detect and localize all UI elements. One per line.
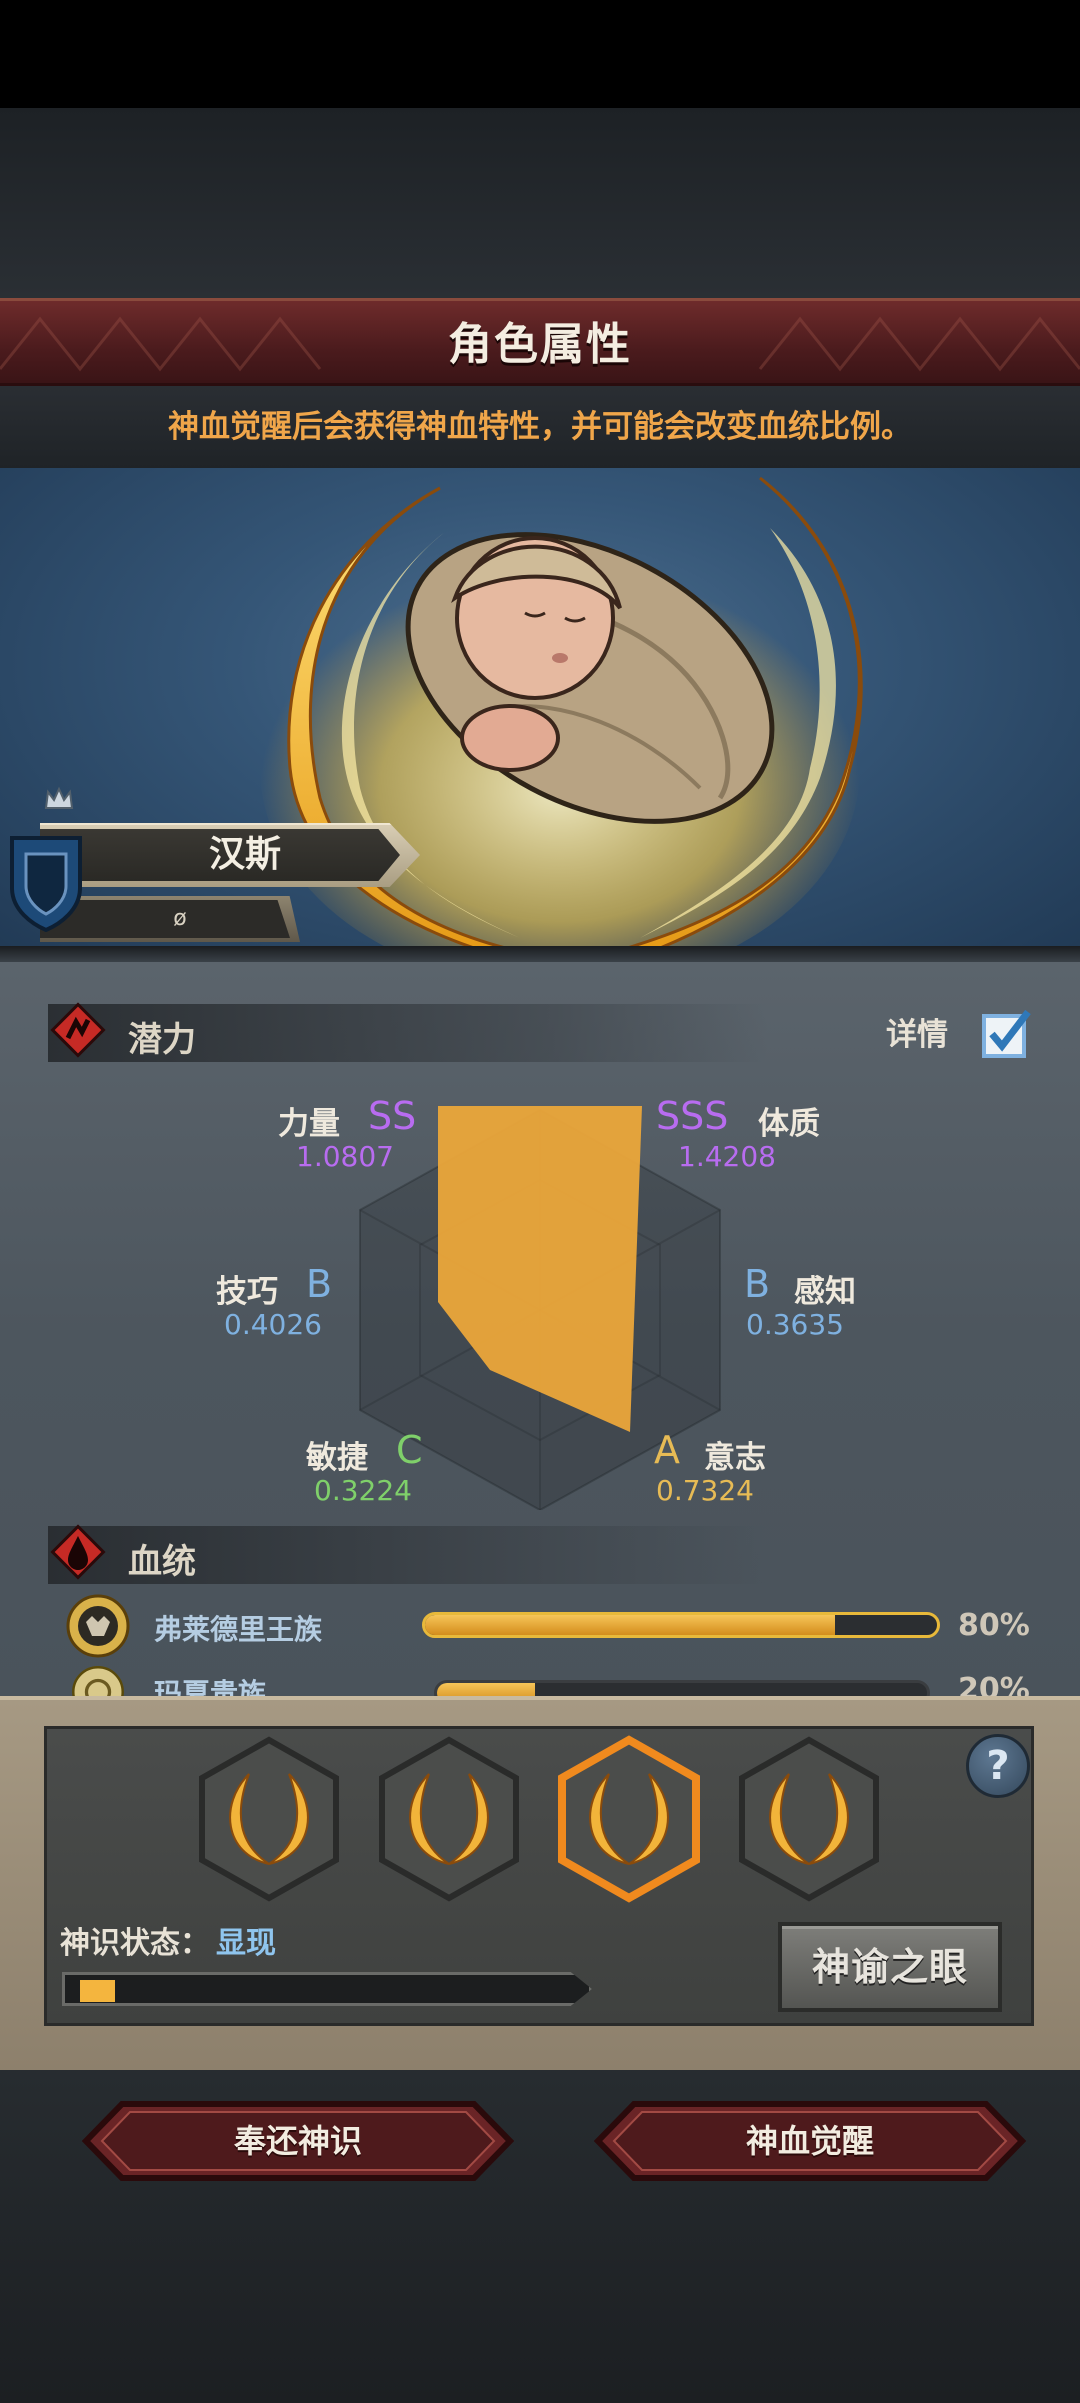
stat-value-strength: 1.0807: [296, 1140, 394, 1173]
stat-value-perception: 0.3635: [746, 1308, 844, 1341]
stat-name-perception: 感知: [794, 1274, 856, 1310]
blood-drop-icon: [50, 1524, 106, 1580]
help-button[interactable]: ?: [966, 1734, 1030, 1798]
scene-divider: [0, 946, 1080, 962]
stat-grade-strength: SS: [368, 1094, 417, 1138]
stat-value-skill: 0.4026: [224, 1308, 322, 1341]
title-bar: 角色属性: [0, 298, 1080, 386]
stat-value-agility: 0.3224: [314, 1474, 412, 1507]
stat-grade-constitution: SSS: [656, 1094, 729, 1138]
divine-slot-3-selected[interactable]: [554, 1734, 704, 1904]
bloodline-percent-royal: 80%: [958, 1608, 1030, 1643]
potential-title: 潜力: [128, 1020, 196, 1060]
royal-crest-icon: [66, 1594, 130, 1658]
sub-symbol: ø: [173, 906, 187, 931]
top-background: [0, 108, 1080, 298]
detail-checkbox[interactable]: [978, 1006, 1034, 1062]
detail-label: 详情: [886, 1017, 948, 1053]
awaken-button[interactable]: 神血觉醒: [594, 2100, 1026, 2182]
status-bar-area: [0, 0, 1080, 108]
stat-grade-perception: B: [744, 1262, 771, 1306]
stat-name-constitution: 体质: [758, 1106, 820, 1142]
stat-grade-agility: C: [396, 1428, 423, 1472]
divine-status-value: 显现: [216, 1926, 276, 1961]
return-divine-button[interactable]: 奉还神识: [82, 2100, 514, 2182]
stat-grade-skill: B: [306, 1262, 333, 1306]
stat-name-will: 意志: [704, 1440, 766, 1476]
character-name: 汉斯: [208, 834, 281, 875]
stat-value-constitution: 1.4208: [678, 1140, 776, 1173]
bloodline-title: 血统: [128, 1542, 196, 1582]
stat-name-strength: 力量: [278, 1106, 340, 1142]
crown-icon: [44, 786, 74, 809]
divine-status-label: 神识状态：: [60, 1926, 210, 1961]
shield-icon[interactable]: [6, 832, 86, 932]
bloodline-bar-royal: [422, 1612, 940, 1638]
potential-icon: [50, 1002, 106, 1058]
divine-slot-1[interactable]: [194, 1734, 344, 1904]
bloodline-name-royal: 弗莱德里王族: [154, 1613, 323, 1646]
notice-bar: 神血觉醒后会获得神血特性，并可能会改变血统比例。: [0, 386, 1080, 468]
stat-grade-will: A: [654, 1428, 680, 1472]
stat-value-will: 0.7324: [656, 1474, 754, 1507]
divine-progress-fill: [80, 1980, 115, 2002]
bloodline-fill-royal: [425, 1615, 835, 1635]
divine-slot-4[interactable]: [734, 1734, 884, 1904]
stat-name-agility: 敏捷: [306, 1440, 368, 1476]
divine-progress-track: [62, 1972, 592, 2006]
divine-slot-2[interactable]: [374, 1734, 524, 1904]
oracle-eye-button[interactable]: 神谕之眼: [778, 1922, 1002, 2012]
notice-text: 神血觉醒后会获得神血特性，并可能会改变血统比例。: [168, 409, 912, 445]
stat-name-skill: 技巧: [216, 1274, 278, 1310]
page-title: 角色属性: [448, 319, 632, 370]
